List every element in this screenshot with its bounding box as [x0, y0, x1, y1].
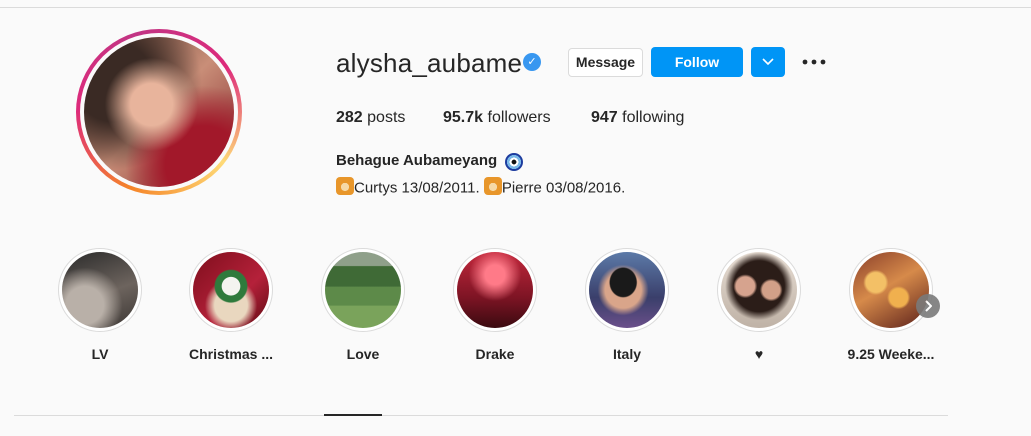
heart-highlight-icon	[721, 252, 797, 328]
highlight-label: Drake	[475, 346, 515, 362]
top-divider	[0, 7, 1031, 8]
highlight-label: Love	[346, 346, 380, 362]
love-highlight-icon	[325, 252, 401, 328]
avatar[interactable]	[84, 37, 234, 187]
highlights-next-button[interactable]	[916, 294, 940, 318]
follow-button[interactable]: Follow	[651, 47, 743, 77]
highlight-label: LV	[91, 346, 109, 362]
highlight-item[interactable]: Christmas ...	[189, 248, 273, 362]
nazar-amulet-icon	[505, 153, 523, 171]
italy-highlight-icon	[589, 252, 665, 328]
highlight-label: 9.25 Weeke...	[847, 346, 935, 362]
highlight-item[interactable]: 9.25 Weeke...	[848, 248, 934, 362]
weekend-highlight-icon	[853, 252, 929, 328]
highlight-item[interactable]: Drake	[453, 248, 537, 362]
tiger-face-icon	[336, 177, 354, 195]
full-name: Behague Aubameyang	[336, 152, 498, 169]
drake-highlight-icon	[457, 252, 533, 328]
verified-badge-icon: ✓	[523, 53, 541, 71]
bio-text: Curtys 13/08/2011. Pierre 03/08/2016.	[336, 177, 625, 197]
profile-page: alysha_aubame ✓ Message Follow 282 posts…	[0, 0, 1031, 436]
highlight-item[interactable]: Italy	[585, 248, 669, 362]
highlight-label: Italy	[612, 346, 641, 362]
lv-highlight-icon	[62, 252, 138, 328]
message-button[interactable]: Message	[568, 48, 643, 77]
avatar-story-ring[interactable]	[76, 29, 242, 195]
active-tab-indicator	[324, 414, 382, 416]
christmas-highlight-icon	[193, 252, 269, 328]
tabs-divider	[14, 415, 948, 416]
username: alysha_aubame	[336, 48, 523, 78]
chevron-right-icon	[925, 300, 932, 312]
following-link[interactable]: 947 following	[591, 109, 684, 127]
highlight-item[interactable]: ♥	[717, 248, 801, 362]
more-dots-icon	[802, 59, 826, 65]
highlight-item[interactable]: LV	[58, 248, 142, 362]
followers-link[interactable]: 95.7k followers	[443, 109, 551, 127]
highlight-item[interactable]: Love	[321, 248, 405, 362]
tiger-face-icon	[483, 177, 502, 195]
more-options-button[interactable]	[800, 50, 828, 74]
suggested-dropdown-button[interactable]	[751, 47, 785, 77]
chevron-down-icon	[762, 58, 774, 66]
highlight-label: Christmas ...	[188, 346, 274, 362]
posts-count: 282 posts	[336, 109, 406, 126]
highlight-label: ♥	[754, 346, 764, 362]
